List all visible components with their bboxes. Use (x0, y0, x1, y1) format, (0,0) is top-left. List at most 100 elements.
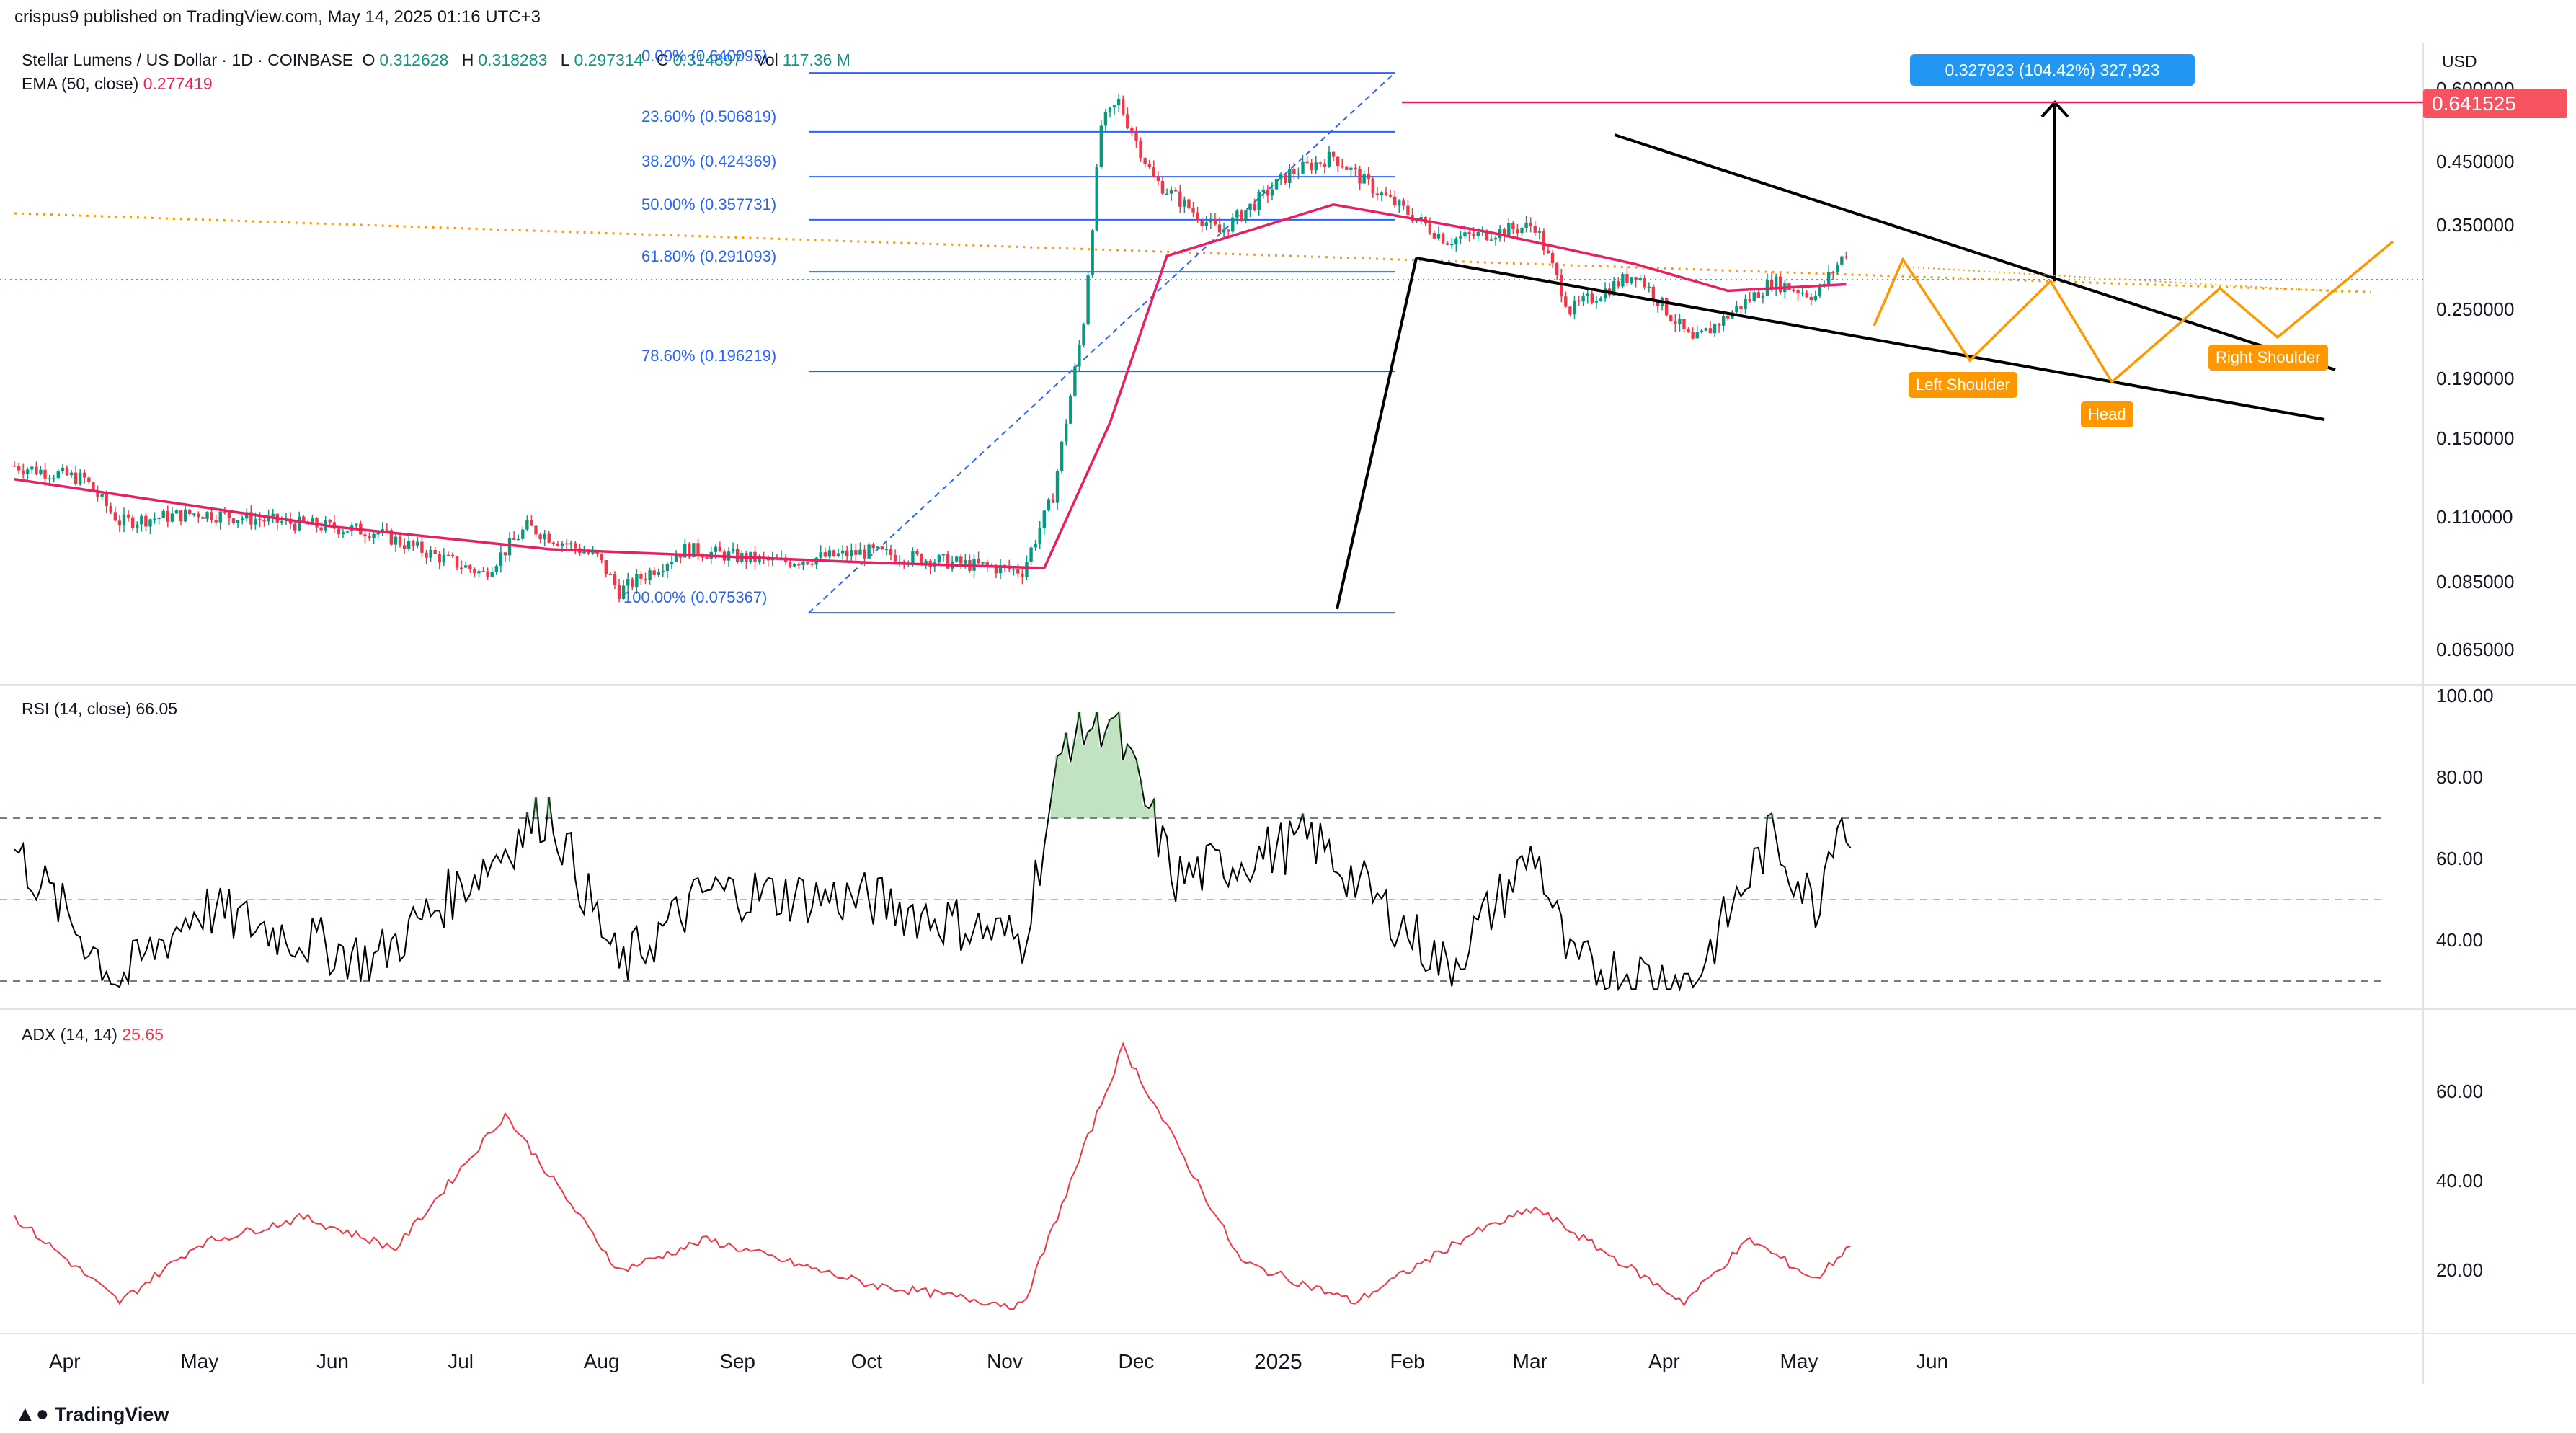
candle-body (1594, 301, 1599, 303)
price-tick-label: 0.450000 (2436, 150, 2515, 172)
candle-body (1695, 332, 1699, 339)
candle-body (197, 513, 200, 518)
candle-body (1826, 272, 1831, 284)
chart-canvas[interactable] (0, 0, 2576, 1433)
candle-body (1183, 199, 1186, 207)
time-tick-label: Jul (448, 1350, 474, 1372)
candle-body (569, 543, 573, 545)
candle-body (117, 520, 122, 526)
candle-body (205, 512, 209, 519)
candle-body (1476, 231, 1480, 236)
candle-body (1178, 191, 1182, 207)
time-tick-label: Sep (719, 1350, 756, 1372)
candle-body (74, 472, 78, 484)
candle-body (1253, 203, 1256, 210)
candle-body (1086, 275, 1090, 325)
candle-body (1467, 232, 1471, 234)
candle-body (337, 528, 341, 535)
candle-body (1647, 286, 1651, 288)
candle-body (1047, 499, 1051, 511)
candle-body (481, 571, 485, 572)
time-tick-label: 2025 (1253, 1350, 1302, 1374)
candle-body (201, 517, 205, 519)
candle-body (1266, 189, 1270, 196)
candle-body (499, 552, 503, 567)
candle-body (1042, 510, 1046, 528)
candle-body (836, 553, 840, 556)
adx-line (14, 1041, 1851, 1310)
candle-body (1638, 278, 1642, 280)
candle-body (1082, 324, 1085, 345)
candle-body (1524, 222, 1528, 228)
time-tick-label: Dec (1118, 1350, 1155, 1372)
candle-body (258, 519, 262, 520)
candle-body (494, 566, 498, 572)
candle-body (1051, 499, 1055, 503)
candle-body (1546, 250, 1550, 253)
candle-body (678, 556, 683, 558)
candle-body (937, 555, 941, 563)
candle-body (1065, 423, 1068, 442)
candle-body (981, 562, 985, 564)
candle-body (144, 515, 148, 527)
candle-body (328, 520, 332, 523)
candle-body (1244, 210, 1248, 221)
candle-body (1511, 223, 1515, 230)
price-tick-label: 0.350000 (2436, 213, 2515, 236)
candle-body (1717, 324, 1721, 326)
candle-body (1034, 544, 1037, 548)
candle-body (166, 510, 169, 522)
candle-body (153, 518, 156, 520)
fib-label: 0.00% (0.640095) (641, 47, 768, 66)
candle-body (1380, 192, 1384, 195)
candle-body (1393, 196, 1397, 206)
candle-body (1240, 210, 1243, 221)
candle-body (1752, 292, 1756, 301)
candle-body (1073, 366, 1077, 396)
wedge-lower-line (1416, 257, 2325, 421)
candle-body (345, 531, 350, 533)
last-price-value: 0.641525 (2432, 92, 2516, 115)
candle-body (1261, 189, 1265, 192)
candle-body (1792, 290, 1795, 291)
candle-body (192, 513, 196, 515)
measure-label: 0.327923 (104.42%) 327,923 (1945, 61, 2160, 79)
candle-body (1152, 167, 1155, 177)
candle-body (587, 551, 590, 554)
candle-body (1099, 125, 1103, 168)
candle-body (1147, 164, 1151, 168)
last-price-tag: 0.641525 (2423, 89, 2567, 118)
candle-body (1226, 229, 1230, 232)
candle-body (1708, 328, 1713, 334)
rsi-tick-label: 100.00 (2436, 684, 2494, 706)
candle-body (1573, 300, 1576, 315)
footer-brand[interactable]: ▲● TradingView (14, 1402, 169, 1427)
candle-body (1779, 276, 1782, 293)
candle-body (1196, 212, 1199, 221)
time-tick-label: Jun (1916, 1350, 1949, 1372)
candle-body (858, 549, 862, 555)
candle-body (530, 520, 533, 526)
candle-body (854, 550, 858, 555)
candle-body (210, 512, 213, 520)
candle-body (1735, 306, 1738, 313)
candle-body (1840, 256, 1844, 265)
candle-body (1809, 296, 1813, 301)
candle-body (1213, 218, 1217, 225)
candle-body (1191, 208, 1195, 213)
candle-body (538, 534, 542, 540)
candle-body (564, 543, 569, 545)
candle-body (736, 549, 740, 562)
candle-body (1217, 224, 1222, 233)
adx-tick-label: 60.00 (2436, 1081, 2484, 1102)
candle-body (1204, 222, 1208, 226)
candle-body (600, 554, 603, 561)
candle-body (179, 510, 183, 522)
candle-body (1428, 223, 1432, 234)
candle-body (1108, 107, 1112, 112)
candle-body (464, 565, 468, 568)
candle-body (850, 550, 853, 557)
candle-body (1586, 293, 1589, 297)
candle-body (635, 574, 639, 587)
candle-body (1678, 319, 1682, 325)
